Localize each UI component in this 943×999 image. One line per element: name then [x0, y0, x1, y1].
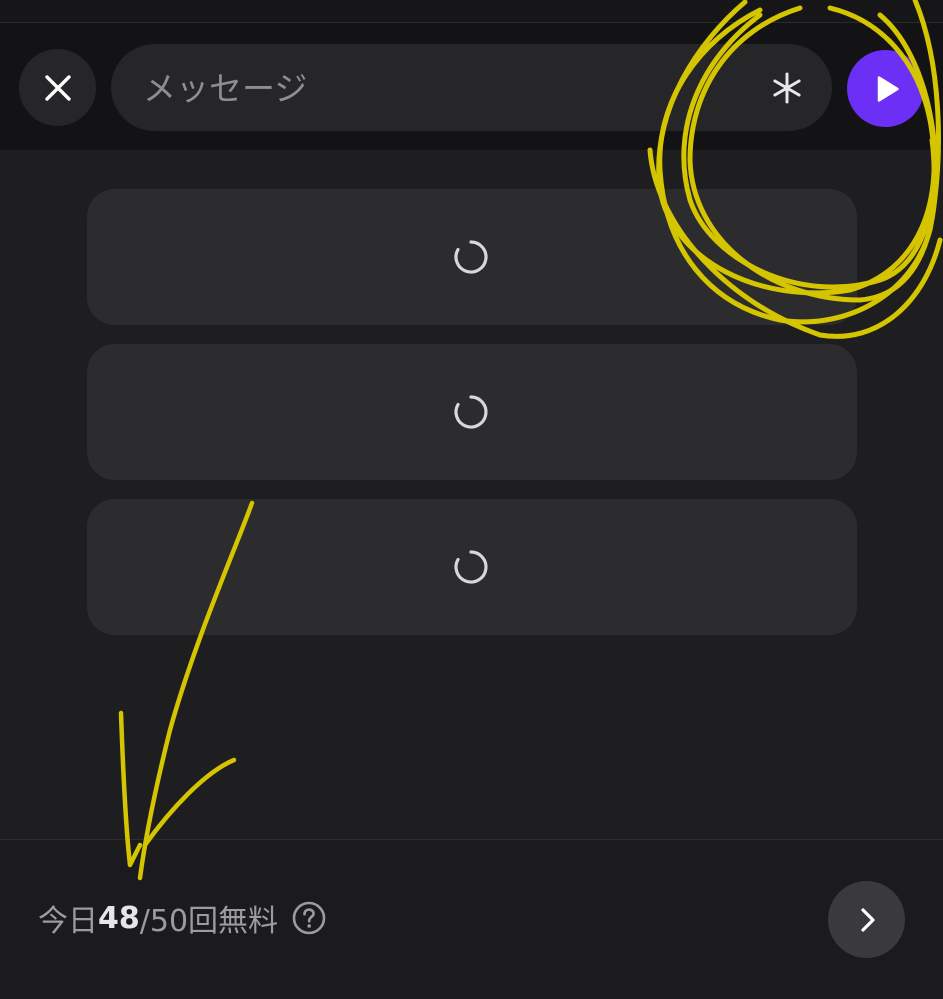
- question-circle-icon[interactable]: [292, 901, 326, 935]
- loading-card: [87, 189, 857, 325]
- chat-screen: 今日 48 /50回無料: [0, 0, 943, 999]
- message-header: [0, 23, 943, 150]
- asterisk-button[interactable]: [760, 61, 814, 115]
- message-box[interactable]: [111, 44, 832, 133]
- message-input[interactable]: [141, 44, 745, 133]
- play-icon: [877, 75, 899, 102]
- next-button[interactable]: [828, 881, 905, 958]
- status-strip: [0, 0, 943, 23]
- send-button[interactable]: [847, 50, 924, 127]
- asterisk-icon: [773, 72, 801, 104]
- spinner-icon: [454, 240, 488, 274]
- close-icon: [44, 74, 71, 101]
- chevron-right-icon: [860, 907, 875, 932]
- footer-bar: 今日 48 /50回無料: [0, 839, 943, 999]
- spinner-icon: [454, 550, 488, 584]
- quota-rest: /50回無料: [139, 904, 279, 939]
- loading-card: [87, 344, 857, 480]
- loading-card: [87, 499, 857, 635]
- spinner-icon: [454, 395, 488, 429]
- quota-used: 48: [98, 900, 140, 936]
- free-quota-counter: 今日 48 /50回無料: [38, 898, 326, 939]
- close-button[interactable]: [19, 49, 96, 126]
- quota-prefix: 今日: [38, 904, 98, 939]
